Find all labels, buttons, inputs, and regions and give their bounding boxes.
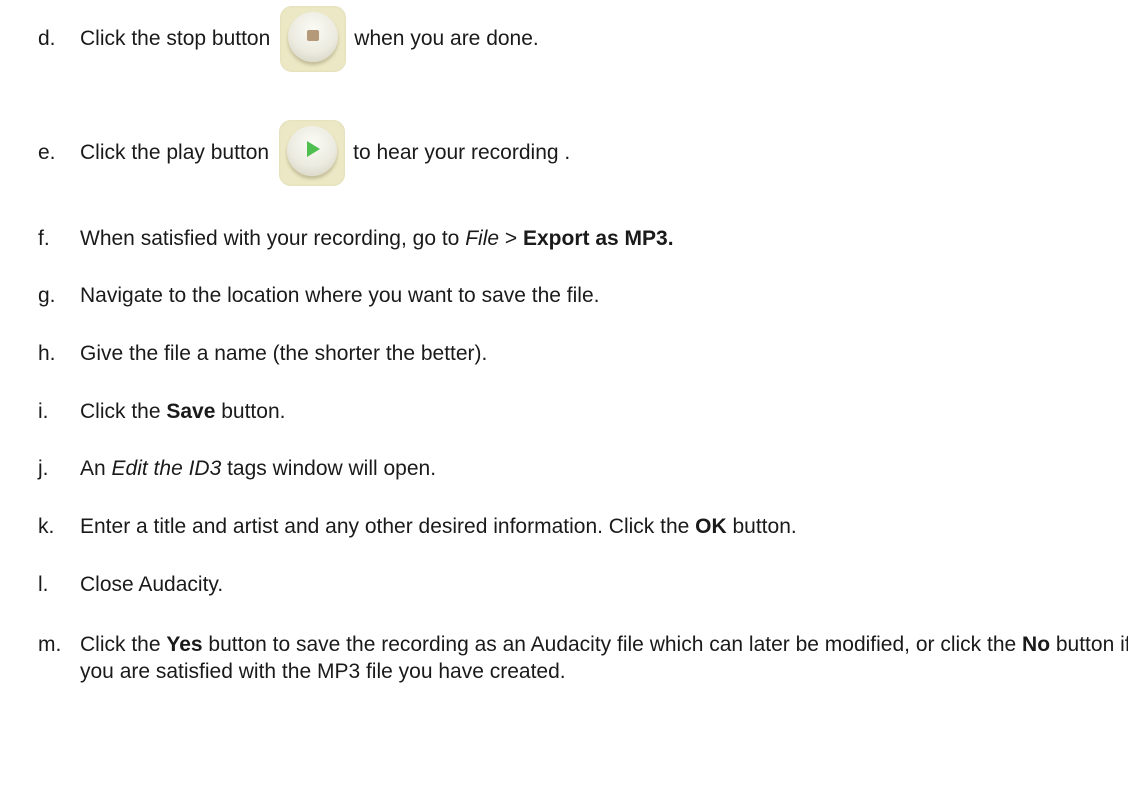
play-icon <box>279 120 346 186</box>
step-text: Give the file a name (the shorter the be… <box>80 342 488 365</box>
ok-button-ref: OK <box>695 515 727 538</box>
stop-icon <box>280 6 347 72</box>
step-j: j. An Edit the ID3 tags window will open… <box>38 457 436 481</box>
export-menu-ref: Export as MP3. <box>522 227 674 250</box>
step-text: to hear your recording . <box>353 141 571 164</box>
step-letter: h. <box>38 342 56 365</box>
step-l: l. Close Audacity. <box>38 573 223 597</box>
step-letter: m. <box>38 633 62 656</box>
step-letter: i. <box>38 400 49 423</box>
step-e: e. Click the play button to hear your re… <box>38 120 570 186</box>
step-i: i. Click the Save button. <box>38 400 285 424</box>
step-h: h. Give the file a name (the shorter the… <box>38 342 487 366</box>
no-button-ref: No <box>1022 633 1051 656</box>
step-text: Click the play button <box>80 141 270 164</box>
step-letter: d. <box>38 27 56 50</box>
step-text: Enter a title and artist and any other d… <box>80 515 797 538</box>
step-text: Click the stop button <box>80 27 271 50</box>
step-letter: j. <box>38 457 49 480</box>
step-letter: g. <box>38 284 56 307</box>
step-text: Navigate to the location where you want … <box>80 284 600 307</box>
file-menu-ref: File <box>465 227 500 250</box>
step-f: f. When satisfied with your recording, g… <box>38 227 674 251</box>
step-d: d. Click the stop button when you are do… <box>38 6 539 72</box>
save-button-ref: Save <box>166 400 216 423</box>
step-text: An Edit the ID3 tags window will open. <box>80 457 437 480</box>
step-text: Click the Yes button to save the recordi… <box>80 633 1128 683</box>
step-m: m. Click the Yes button to save the reco… <box>38 631 1128 685</box>
step-letter: l. <box>38 573 49 596</box>
edit-id3-ref: Edit the ID3 <box>111 457 222 480</box>
step-k: k. Enter a title and artist and any othe… <box>38 515 797 539</box>
step-letter: f. <box>38 227 50 250</box>
step-letter: k. <box>38 515 55 538</box>
step-text: when you are done. <box>354 27 539 50</box>
step-text: Click the Save button. <box>80 400 286 423</box>
step-g: g. Navigate to the location where you wa… <box>38 284 599 308</box>
yes-button-ref: Yes <box>166 633 203 656</box>
step-letter: e. <box>38 141 56 164</box>
step-text: When satisfied with your recording, go t… <box>80 227 674 250</box>
step-text: Close Audacity. <box>80 573 224 596</box>
